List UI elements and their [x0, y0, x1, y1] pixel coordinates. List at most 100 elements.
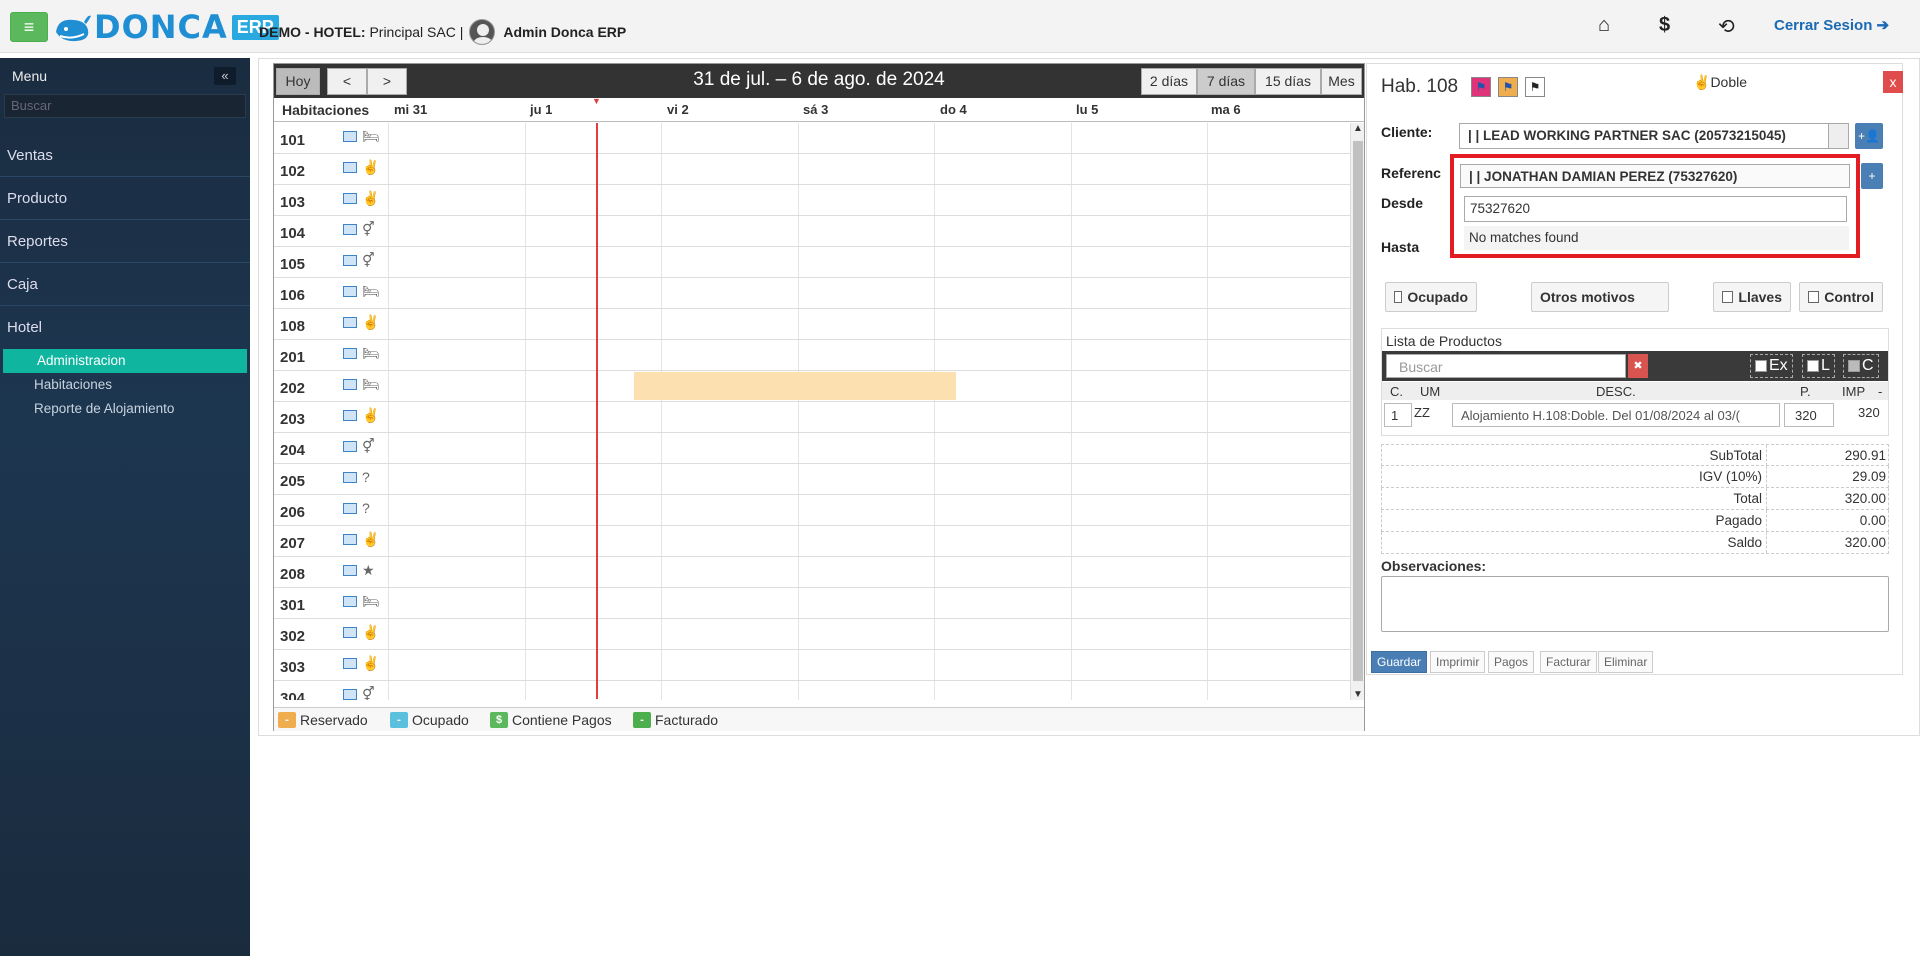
image-icon[interactable] [343, 627, 357, 638]
l-checkbox[interactable]: L [1802, 354, 1835, 378]
referencia-dropdown[interactable]: | | JONATHAN DAMIAN PEREZ (75327620) 753… [1450, 154, 1860, 258]
room-row[interactable]: 208 ★ [274, 557, 1350, 588]
reservation-block[interactable] [634, 372, 956, 400]
scroll-down-icon[interactable]: ▼ [1353, 689, 1363, 700]
image-icon[interactable] [343, 255, 357, 266]
otros-motivos-toggle[interactable]: Otros motivos [1531, 282, 1669, 312]
today-button[interactable]: Hoy [276, 68, 320, 95]
image-icon[interactable] [343, 534, 357, 545]
image-icon[interactable] [343, 162, 357, 173]
referencia-search-input[interactable]: 75327620 [1464, 196, 1847, 222]
checkbox-box[interactable] [1808, 291, 1820, 303]
image-icon[interactable] [343, 658, 357, 669]
room-row[interactable]: 203 ✌ [274, 402, 1350, 433]
image-icon[interactable] [343, 317, 357, 328]
image-icon[interactable] [343, 193, 357, 204]
room-row[interactable]: 207 ✌ [274, 526, 1350, 557]
home-icon[interactable]: ⌂ [1598, 14, 1610, 37]
room-row[interactable]: 303 ✌ [274, 650, 1350, 681]
view-month[interactable]: Mes [1321, 68, 1362, 95]
view-7-days[interactable]: 7 días [1197, 68, 1255, 95]
room-row[interactable]: 105 ⚥ [274, 247, 1350, 278]
sidebar-item-caja[interactable]: Caja [0, 263, 250, 306]
close-button[interactable]: x [1883, 71, 1903, 93]
image-icon[interactable] [343, 224, 357, 235]
room-row[interactable]: 204 ⚥ [274, 433, 1350, 464]
chevron-down-icon[interactable] [1828, 124, 1848, 148]
room-row[interactable]: 104 ⚥ [274, 216, 1350, 247]
observaciones-textarea[interactable] [1381, 576, 1889, 632]
imprimir-button[interactable]: Imprimir [1430, 651, 1486, 673]
sidebar-search-input[interactable]: Buscar [4, 94, 246, 118]
room-row[interactable]: 102 ✌ [274, 154, 1350, 185]
room-row[interactable]: 108 ✌ [274, 309, 1350, 340]
ocupado-checkbox[interactable]: Ocupado [1385, 282, 1477, 312]
sidebar-item-producto[interactable]: Producto [0, 177, 250, 220]
next-button[interactable]: > [367, 68, 407, 95]
control-checkbox[interactable]: Control [1799, 282, 1883, 312]
checkbox-box[interactable] [1722, 291, 1734, 303]
checkbox-box[interactable] [1807, 360, 1819, 372]
room-row[interactable]: 205? [274, 464, 1350, 495]
sidebar-item-hotel[interactable]: Hotel [0, 306, 250, 349]
price-input[interactable]: 320 [1784, 403, 1834, 427]
scroll-up-icon[interactable]: ▲ [1353, 123, 1363, 134]
referencia-selected[interactable]: | | JONATHAN DAMIAN PEREZ (75327620) [1460, 164, 1850, 188]
image-icon[interactable] [343, 286, 357, 297]
image-icon[interactable] [343, 379, 357, 390]
collapse-icon[interactable]: « [214, 67, 236, 85]
qty-input[interactable]: 1 [1384, 403, 1412, 427]
image-icon[interactable] [343, 503, 357, 514]
facturar-button[interactable]: Facturar [1540, 651, 1597, 673]
scroll-thumb[interactable] [1353, 141, 1363, 681]
checkbox-box[interactable] [1394, 291, 1403, 303]
room-row[interactable]: 206? [274, 495, 1350, 526]
flag-pink-icon[interactable]: ⚑ [1471, 77, 1491, 97]
refresh-lock-icon[interactable]: ⟲ [1718, 14, 1735, 39]
image-icon[interactable] [343, 565, 357, 576]
view-15-days[interactable]: 15 días [1255, 68, 1321, 95]
guardar-button[interactable]: Guardar [1371, 651, 1428, 673]
ex-checkbox[interactable]: Ex [1750, 354, 1793, 378]
image-icon[interactable] [343, 472, 357, 483]
sidebar-subitem-administracion[interactable]: Administracion [3, 349, 247, 373]
room-row[interactable]: 103 ✌ [274, 185, 1350, 216]
room-row[interactable]: 304 ⚥ [274, 681, 1350, 700]
logout-link[interactable]: Cerrar Sesion ➔ [1774, 16, 1889, 34]
view-2-days[interactable]: 2 días [1141, 68, 1197, 95]
prev-button[interactable]: < [327, 68, 367, 95]
add-user-icon[interactable]: + [1861, 163, 1883, 189]
image-icon[interactable] [343, 131, 357, 142]
flag-black-icon[interactable]: ⚑ [1525, 77, 1545, 97]
image-icon[interactable] [343, 348, 357, 359]
sidebar-item-reportes[interactable]: Reportes [0, 220, 250, 263]
image-icon[interactable] [343, 410, 357, 421]
add-user-icon[interactable]: +👤 [1855, 123, 1883, 149]
room-row[interactable]: 302 ✌ [274, 619, 1350, 650]
eliminar-button[interactable]: Eliminar [1598, 651, 1654, 673]
flag-orange-icon[interactable]: ⚑ [1498, 77, 1518, 97]
sidebar-subitem-reporte-alojamiento[interactable]: Reporte de Alojamiento [0, 397, 250, 421]
room-row[interactable]: 106 🛏 [274, 278, 1350, 309]
image-icon[interactable] [343, 596, 357, 607]
c-checkbox[interactable]: C [1843, 354, 1879, 378]
product-search-input[interactable]: Buscar [1386, 354, 1626, 378]
image-icon[interactable] [343, 441, 357, 452]
dollar-icon[interactable]: $ [1659, 14, 1670, 37]
hamburger-menu-button[interactable]: ≡ [10, 12, 48, 42]
checkbox-box[interactable] [1755, 360, 1767, 372]
clear-search-icon[interactable]: ✖ [1628, 354, 1648, 378]
room-row[interactable]: 101 🛏 [274, 123, 1350, 154]
desc-input[interactable]: Alojamiento H.108:Doble. Del 01/08/2024 … [1452, 403, 1780, 427]
room-row[interactable]: 301 🛏 [274, 588, 1350, 619]
total-label: Saldo [1727, 535, 1762, 550]
llaves-checkbox[interactable]: Llaves [1713, 282, 1791, 312]
checkbox-box[interactable] [1848, 360, 1860, 372]
sidebar-item-ventas[interactable]: Ventas [0, 134, 250, 177]
room-row[interactable]: 201 🛏 [274, 340, 1350, 371]
cliente-select[interactable]: | | LEAD WORKING PARTNER SAC (2057321504… [1459, 123, 1849, 149]
image-icon[interactable] [343, 689, 357, 700]
calendar-scrollbar[interactable]: ▲ ▼ [1350, 123, 1364, 700]
sidebar-subitem-habitaciones[interactable]: Habitaciones [0, 373, 250, 397]
pagos-button[interactable]: Pagos [1488, 651, 1535, 673]
